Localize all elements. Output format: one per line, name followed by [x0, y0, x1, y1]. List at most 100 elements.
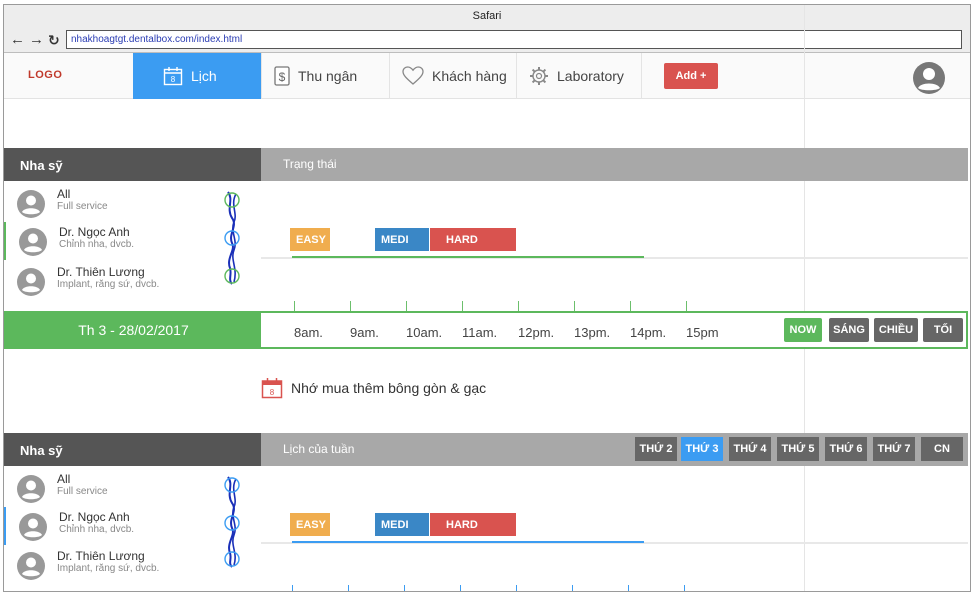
status-header: Trạng thái	[261, 148, 968, 181]
afternoon-button[interactable]: CHIỀU	[874, 318, 918, 342]
tab-label: Laboratory	[557, 68, 624, 84]
week-schedule-header: Lịch của tuần THỨ 2 THỨ 3 THỨ 4 THỨ 5 TH…	[261, 433, 968, 466]
dentist-specialty: Implant, răng sứ, dvcb.	[57, 279, 160, 290]
morning-button[interactable]: SÁNG	[829, 318, 869, 342]
svg-text:$: $	[279, 70, 286, 84]
tag-hard[interactable]: HARD	[430, 228, 516, 251]
tab-thu-ngan[interactable]: $ Thu ngân	[261, 53, 389, 99]
dentist-specialty: Implant, răng sứ, dvcb.	[57, 563, 160, 574]
avatar-icon	[16, 474, 46, 509]
day-tab-thu-3[interactable]: THỨ 3	[681, 437, 723, 461]
hour-label: 9am.	[350, 325, 379, 340]
hour-tick	[462, 301, 463, 311]
dentist-name: Dr. Ngọc Anh	[59, 225, 130, 239]
scribble-annotation	[224, 191, 240, 285]
guide-line	[804, 5, 805, 591]
day-tab-thu-4[interactable]: THỨ 4	[729, 437, 771, 461]
tag-medi[interactable]: MEDI	[375, 228, 429, 251]
hour-label: 10am.	[406, 325, 443, 340]
hour-tick	[460, 585, 461, 591]
svg-text:8: 8	[171, 75, 176, 84]
now-button[interactable]: NOW	[784, 318, 822, 342]
avatar-icon	[16, 189, 46, 224]
hour-tick	[518, 301, 519, 311]
hour-label: 11am.	[462, 325, 498, 340]
add-button[interactable]: Add +	[664, 63, 718, 89]
week-schedule-title: Lịch của tuần	[283, 442, 355, 456]
logo: LOGO	[28, 69, 63, 81]
hour-tick	[684, 585, 685, 591]
day-tab-thu-5[interactable]: THỨ 5	[777, 437, 819, 461]
hour-label: 15pm	[686, 325, 719, 340]
day-tab-thu-2[interactable]: THỨ 2	[635, 437, 677, 461]
avatar-icon	[18, 512, 48, 547]
calendar-icon: 8	[163, 66, 183, 86]
day-tab-thu-6[interactable]: THỨ 6	[825, 437, 867, 461]
hour-tick	[348, 585, 349, 591]
url-bar: ← → ↻	[4, 27, 970, 53]
tab-label: Khách hàng	[432, 68, 507, 84]
tag-easy[interactable]: EASY	[290, 513, 330, 536]
hour-tick	[628, 585, 629, 591]
dentist-name: Dr. Thiên Lương	[57, 549, 145, 563]
tab-label: Lịch	[191, 68, 217, 84]
hour-tick	[572, 585, 573, 591]
scribble-annotation	[224, 476, 240, 568]
hour-tick	[294, 301, 295, 311]
dentist-header: Nha sỹ	[4, 433, 261, 466]
reload-icon[interactable]: ↻	[48, 32, 60, 49]
top-navigation: LOGO 8 Lịch $ Thu ngân Khách hàng Labora…	[4, 53, 970, 99]
appointment-bar	[292, 256, 644, 258]
dentist-header: Nha sỹ	[4, 148, 261, 181]
hour-tick	[630, 301, 631, 311]
hour-tick	[350, 301, 351, 311]
time-band: Th 3 - 28/02/2017 8am. 9am. 10am. 11am. …	[4, 301, 968, 349]
dentist-specialty: Full service	[57, 201, 108, 212]
avatar-icon	[18, 227, 48, 262]
dentist-name: Dr. Ngọc Anh	[59, 510, 130, 524]
hour-tick	[292, 585, 293, 591]
day-tab-thu-7[interactable]: THỨ 7	[873, 437, 915, 461]
tag-medi[interactable]: MEDI	[375, 513, 429, 536]
appointment-bar	[292, 541, 644, 543]
dentist-name: Dr. Thiên Lương	[57, 265, 145, 279]
dentist-specialty: Full service	[57, 486, 108, 497]
current-date: Th 3 - 28/02/2017	[6, 313, 261, 347]
hour-label: 13pm.	[574, 325, 611, 340]
tab-label: Thu ngân	[298, 68, 358, 84]
back-arrow-icon[interactable]: ←	[10, 31, 25, 48]
hour-label: 12pm.	[518, 325, 555, 340]
browser-window: Safari ← → ↻ LOGO 8 Lịch	[3, 4, 971, 592]
dentist-name: All	[57, 472, 71, 486]
avatar-icon	[16, 551, 46, 586]
day-tab-cn[interactable]: CN	[921, 437, 963, 461]
user-avatar-icon[interactable]	[912, 61, 946, 100]
note-text: Nhớ mua thêm bông gòn & gạc	[291, 380, 487, 396]
tab-laboratory[interactable]: Laboratory	[516, 53, 642, 99]
hour-tick	[404, 585, 405, 591]
tag-hard[interactable]: HARD	[430, 513, 516, 536]
hour-label: 14pm.	[630, 325, 667, 340]
dentist-specialty: Chỉnh nha, dvcb.	[59, 239, 135, 250]
hour-tick	[574, 301, 575, 311]
hour-tick	[516, 585, 517, 591]
hour-tick	[686, 301, 687, 311]
tab-lich[interactable]: 8 Lịch	[133, 53, 261, 99]
heart-icon	[402, 66, 424, 86]
gear-icon	[529, 66, 549, 86]
forward-arrow-icon[interactable]: →	[29, 31, 44, 48]
calendar-icon: 8	[261, 377, 283, 399]
tab-khach-hang[interactable]: Khách hàng	[389, 53, 516, 99]
dentist-specialty: Chỉnh nha, dvcb.	[59, 524, 135, 535]
hour-label: 8am.	[294, 325, 323, 340]
svg-text:8: 8	[270, 388, 275, 397]
url-input[interactable]	[66, 30, 962, 49]
reminder-note[interactable]: 8 Nhớ mua thêm bông gòn & gạc	[261, 377, 486, 399]
window-title: Safari	[4, 5, 970, 27]
avatar-icon	[16, 267, 46, 302]
dentist-name: All	[57, 187, 71, 201]
hour-tick	[406, 301, 407, 311]
evening-button[interactable]: TỐI	[923, 318, 963, 342]
tag-easy[interactable]: EASY	[290, 228, 330, 251]
dollar-icon: $	[274, 66, 290, 86]
